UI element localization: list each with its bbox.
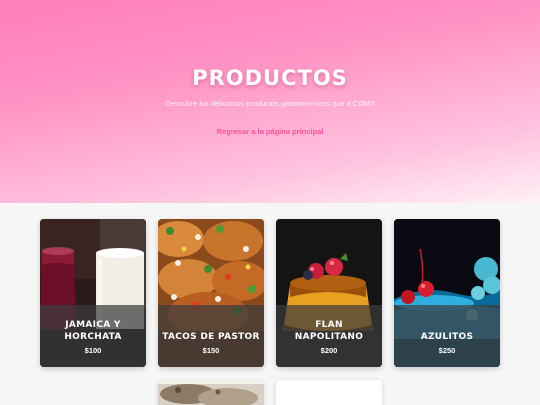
product-price: $250 (438, 346, 456, 355)
product-card-flan-napolitano[interactable]: FLAN NAPOLITANO $200 (276, 219, 382, 367)
product-name: JAMAICA Y HORCHATA (64, 320, 122, 342)
product-card-jamaica-horchata[interactable]: JAMAICA Y HORCHATA $100 (40, 219, 146, 367)
product-card-azulitos[interactable]: AZULITOS $250 (394, 219, 500, 367)
product-price: $150 (202, 346, 220, 355)
partial-card-image (158, 380, 264, 405)
product-name: TACOS DE PASTOR (162, 332, 260, 342)
product-name: AZULITOS (420, 332, 474, 342)
product-grid: JAMAICA Y HORCHATA $100 TACOS DE PASTOR … (0, 0, 540, 405)
product-price: $200 (320, 346, 338, 355)
product-name: FLAN NAPOLITANO (294, 320, 364, 342)
product-card-tacos-pastor[interactable]: TACOS DE PASTOR $150 (158, 219, 264, 367)
product-card-partial-2[interactable] (276, 380, 382, 405)
product-price: $100 (84, 346, 102, 355)
product-card-partial-1[interactable] (158, 380, 264, 405)
